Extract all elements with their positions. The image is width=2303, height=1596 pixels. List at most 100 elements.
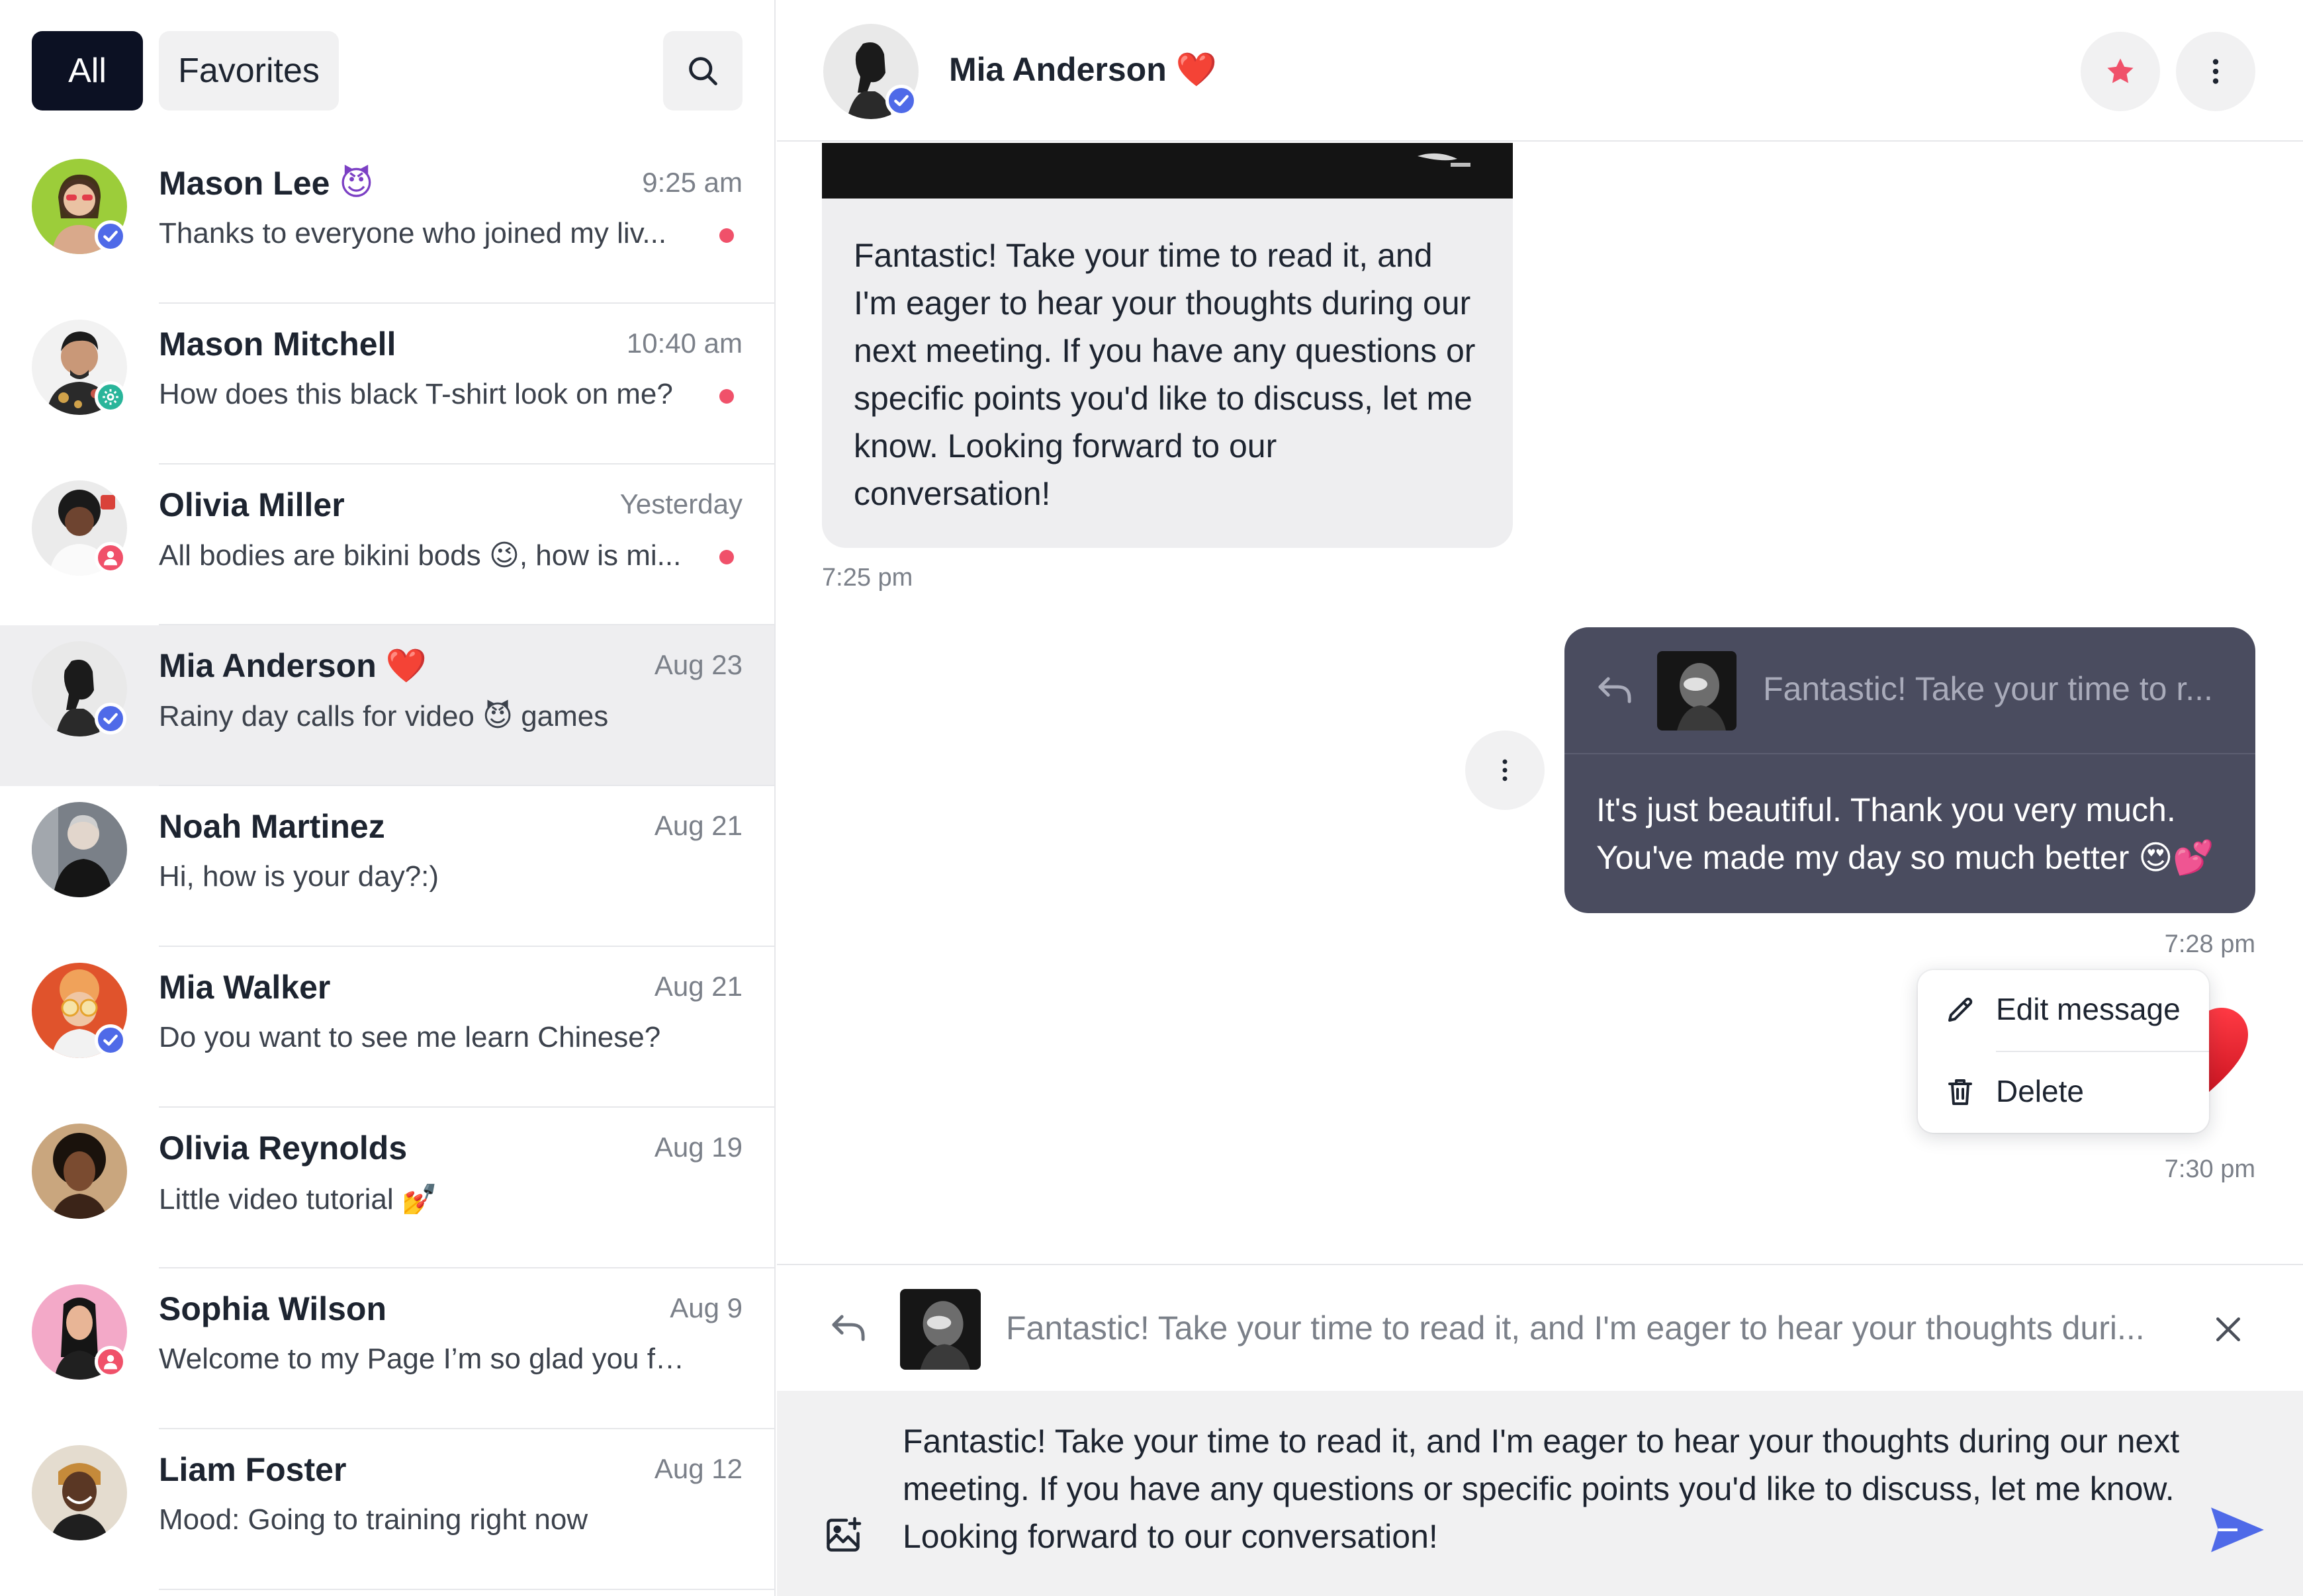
tab-favorites[interactable]: Favorites — [159, 31, 339, 111]
user-badge — [95, 542, 126, 574]
delete-menu-item[interactable]: Delete — [1918, 1052, 2209, 1131]
user-icon — [104, 551, 117, 566]
conversation-item[interactable]: Olivia Reynolds Aug 19 Little video tuto… — [0, 1108, 774, 1268]
contact-name: Mia Anderson ❤️ — [159, 646, 427, 685]
conversation-list: Mason Lee 😈 9:25 am Thanks to everyone w… — [0, 143, 774, 1590]
trash-icon — [1948, 1079, 1972, 1105]
unread-dot — [719, 550, 734, 564]
avatar — [32, 1124, 127, 1219]
reply-icon — [832, 1315, 865, 1341]
messenger-app: All Favorites Mason Lee 😈 9:25 am Thanks… — [0, 0, 2303, 1596]
reply-icon — [1598, 677, 1631, 703]
user-icon — [104, 1354, 117, 1370]
divider — [159, 1589, 774, 1590]
settings-icon — [103, 389, 118, 405]
verified-icon — [103, 713, 118, 725]
attach-image-button[interactable] — [823, 1515, 863, 1558]
send-button[interactable] — [2209, 1505, 2266, 1558]
verified-badge — [95, 1024, 126, 1056]
more-vertical-icon — [2212, 59, 2219, 84]
conversation-item[interactable]: Mia Walker Aug 21 Do you want to see me … — [0, 947, 774, 1108]
conversation-item[interactable]: Noah Martinez Aug 21 Hi, how is your day… — [0, 786, 774, 947]
edit-message-menu-item[interactable]: Edit message — [1918, 970, 2209, 1049]
message-time: Aug 9 — [670, 1292, 743, 1323]
message-time: Aug 23 — [654, 649, 743, 680]
message-preview: Little video tutorial 💅 — [159, 1183, 438, 1216]
message-preview: Mood: Going to training right now — [159, 1503, 588, 1536]
verified-icon — [894, 95, 909, 107]
edit-message-label: Edit message — [1996, 992, 2181, 1026]
message-time: 7:28 pm — [2164, 930, 2255, 958]
edit-icon — [1948, 997, 1973, 1022]
message-preview: How does this black T-shirt look on me? — [159, 378, 673, 410]
message-preview: Welcome to my Page I’m so glad you found… — [159, 1343, 688, 1375]
search-icon — [689, 57, 717, 85]
contact-name: Liam Foster — [159, 1451, 347, 1488]
favorite-button[interactable] — [2081, 32, 2160, 111]
contact-name: Olivia Reynolds — [159, 1130, 408, 1167]
message-preview: Rainy day calls for video 😈 games — [159, 700, 609, 732]
conversation-sidebar: All Favorites Mason Lee 😈 9:25 am Thanks… — [0, 0, 776, 1596]
verified-badge — [95, 703, 126, 734]
message-preview: Thanks to everyone who joined my liv... — [159, 217, 667, 249]
search-button[interactable] — [663, 31, 743, 111]
close-icon — [2216, 1317, 2240, 1341]
quoted-text: Fantastic! Take your time to r... — [1763, 670, 2213, 707]
outgoing-message-text: It's just beautiful. Thank you very much… — [1596, 791, 2214, 876]
message-context-menu: Edit message Delete — [1918, 970, 2209, 1133]
star-icon — [2107, 58, 2134, 83]
incoming-message[interactable]: Fantastic! Take your time to read it, an… — [822, 199, 1513, 548]
message-input[interactable]: Fantastic! Take your time to read it, an… — [903, 1417, 2200, 1560]
message-time: 7:30 pm — [2164, 1155, 2255, 1183]
verified-badge — [885, 85, 917, 116]
message-time: Aug 19 — [654, 1131, 743, 1163]
message-thread: Fantastic! Take your time to read it, an… — [777, 143, 2303, 1264]
message-time: 9:25 am — [642, 167, 743, 198]
contact-name: Mia Walker — [159, 969, 331, 1006]
message-time: 10:40 am — [626, 328, 743, 359]
verified-icon — [103, 1034, 118, 1046]
quoted-message[interactable]: Fantastic! Take your time to r... — [1564, 627, 2255, 754]
avatar — [32, 802, 127, 897]
message-time: Aug 12 — [654, 1453, 743, 1484]
message-composer: Fantastic! Take your time to read it, an… — [777, 1391, 2303, 1596]
chat-contact-name: Mia Anderson ❤️ — [949, 50, 1217, 89]
message-time: Aug 21 — [654, 971, 743, 1002]
conversation-item[interactable]: Liam Foster Aug 12 Mood: Going to traini… — [0, 1429, 774, 1590]
message-time: 7:25 pm — [822, 564, 913, 592]
unread-dot — [719, 228, 734, 243]
conversation-item[interactable]: Sophia Wilson Aug 9 Welcome to my Page I… — [0, 1268, 774, 1429]
conversation-item[interactable]: Mason Mitchell 10:40 am How does this bl… — [0, 304, 774, 465]
contact-name: Noah Martinez — [159, 808, 385, 845]
tab-all[interactable]: All — [32, 31, 143, 111]
filter-tabs: All Favorites — [0, 0, 774, 143]
message-options-button[interactable] — [1465, 731, 1545, 810]
message-time: Aug 21 — [654, 810, 743, 841]
incoming-message-text: Fantastic! Take your time to read it, an… — [854, 237, 1476, 512]
message-preview: Hi, how is your day?:) — [159, 860, 439, 893]
send-icon — [2211, 1507, 2264, 1552]
conversation-item[interactable]: Olivia Miller Yesterday All bodies are b… — [0, 465, 774, 625]
message-preview: Do you want to see me learn Chinese? — [159, 1021, 661, 1053]
reply-preview-text: Fantastic! Take your time to read it, an… — [1006, 1309, 2145, 1347]
unread-dot — [719, 389, 734, 404]
conversation-item[interactable]: Mason Lee 😈 9:25 am Thanks to everyone w… — [0, 143, 774, 304]
verified-badge — [95, 220, 126, 252]
user-badge — [95, 1346, 126, 1378]
avatar — [32, 1445, 127, 1540]
chat-panel: Mia Anderson ❤️ Fantastic! Take your tim… — [777, 0, 2303, 1596]
attached-image[interactable] — [822, 143, 1513, 199]
contact-name: Sophia Wilson — [159, 1290, 386, 1327]
chat-header: Mia Anderson ❤️ — [777, 0, 2303, 142]
settings-badge — [95, 381, 126, 413]
cancel-reply-button[interactable] — [2210, 1311, 2246, 1351]
conversation-item-active[interactable]: Mia Anderson ❤️ Aug 23 Rainy day calls f… — [0, 625, 774, 786]
contact-name: Olivia Miller — [159, 486, 345, 523]
outgoing-message[interactable]: Fantastic! Take your time to r... It's j… — [1564, 627, 2255, 913]
more-options-button[interactable] — [2176, 32, 2255, 111]
contact-name: Mason Mitchell — [159, 326, 396, 363]
message-time: Yesterday — [619, 488, 743, 519]
contact-name: Mason Lee 😈 — [159, 164, 374, 202]
quoted-thumbnail — [1657, 651, 1737, 731]
delete-label: Delete — [1996, 1074, 2084, 1108]
